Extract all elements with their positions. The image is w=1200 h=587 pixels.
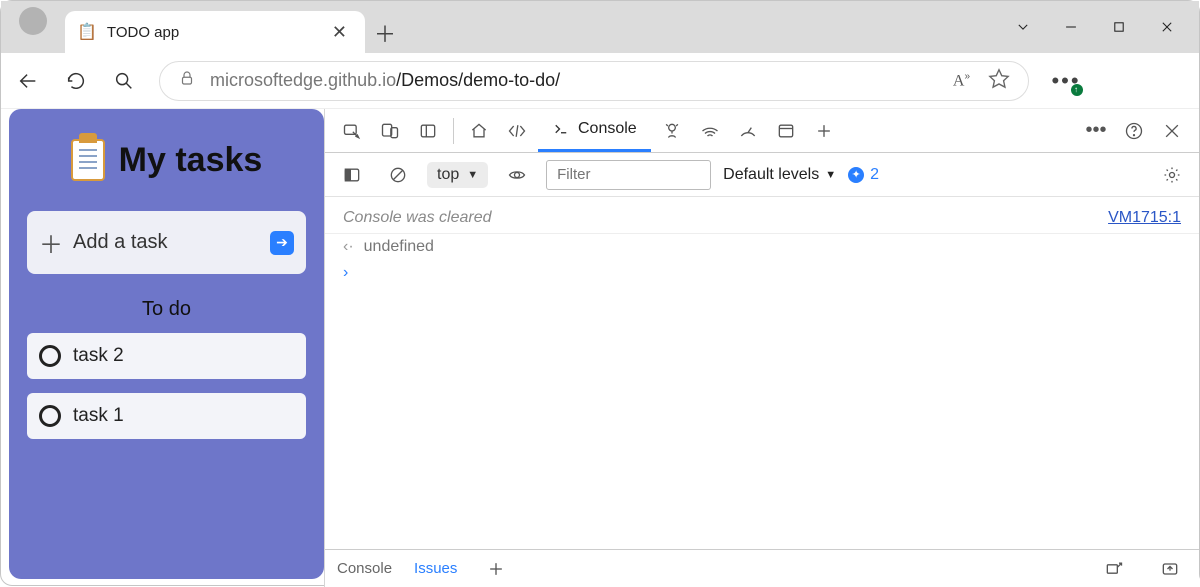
console-return-row: ‹· undefined [337,234,1187,260]
help-icon[interactable] [1117,114,1151,148]
close-devtools-button[interactable] [1155,114,1189,148]
devtools-tabs: Console ••• [325,109,1199,153]
application-tab-icon[interactable] [769,114,803,148]
new-tab-button[interactable]: ＋ [365,13,405,53]
task-name: task 1 [73,405,124,427]
context-selector[interactable]: top ▼ [427,162,488,188]
task-name: task 2 [73,345,124,367]
source-link[interactable]: VM1715:1 [1108,209,1181,227]
task-checkbox[interactable] [39,405,61,427]
drawer-issues-tab[interactable]: Issues [414,560,457,577]
clipboard-icon [71,139,105,181]
profile-avatar[interactable] [19,7,47,35]
console-prompt[interactable]: › [337,260,1187,286]
undefined-value: undefined [364,238,434,256]
todo-heading: To do [27,298,306,321]
drawer-console-tab[interactable]: Console [337,560,392,577]
toggle-sidebar-icon[interactable] [335,158,369,192]
issue-count: 2 [870,166,879,184]
chevron-down-icon[interactable] [999,7,1047,47]
add-task-input[interactable]: ＋ Add a task ➔ [27,211,306,274]
console-output[interactable]: Console was cleared VM1715:1 ‹· undefine… [325,197,1199,549]
url-text: microsoftedge.github.io/Demos/demo-to-do… [210,70,560,91]
console-toolbar: top ▼ Default levels ▼ ✦ 2 [325,153,1199,197]
context-label: top [437,166,459,184]
read-aloud-icon[interactable]: A» [953,71,970,90]
clear-console-icon[interactable] [381,158,415,192]
console-settings-icon[interactable] [1155,158,1189,192]
inspect-icon[interactable] [335,114,369,148]
browser-menu-button[interactable]: ••• [1051,68,1081,94]
devtools-drawer: Console Issues [325,549,1199,587]
todo-app: My tasks ＋ Add a task ➔ To do task 2 tas… [9,109,324,579]
filter-input[interactable] [546,160,711,190]
task-checkbox[interactable] [39,345,61,367]
tab-close-button[interactable]: ✕ [326,20,353,45]
devtools-panel: Console ••• top ▼ Default levels ▼ [324,109,1199,587]
drawer-expand-icon[interactable] [1097,552,1131,586]
log-levels-selector[interactable]: Default levels ▼ [723,166,836,184]
tab-title: TODO app [107,24,316,41]
app-title: My tasks [119,141,263,180]
welcome-tab-icon[interactable] [462,114,496,148]
task-item[interactable]: task 2 [27,333,306,379]
favorite-icon[interactable] [988,67,1010,94]
issue-dot-icon: ✦ [848,167,864,183]
levels-label: Default levels [723,166,819,184]
minimize-button[interactable] [1047,7,1095,47]
submit-task-button[interactable]: ➔ [270,231,294,255]
sources-tab-icon[interactable] [655,114,689,148]
console-tab-label: Console [578,120,637,138]
tab-favicon: 📋 [77,22,97,42]
console-tab[interactable]: Console [538,109,651,152]
network-tab-icon[interactable] [693,114,727,148]
prompt-icon: › [343,264,348,282]
drawer-dock-icon[interactable] [1153,552,1187,586]
panel-toggle-icon[interactable] [411,114,445,148]
more-tabs-button[interactable] [807,114,841,148]
window-controls [999,1,1191,53]
performance-tab-icon[interactable] [731,114,765,148]
more-tools-icon[interactable]: ••• [1079,114,1113,148]
titlebar: 📋 TODO app ✕ ＋ [1,1,1199,53]
console-cleared-message: Console was cleared VM1715:1 [325,203,1199,234]
refresh-button[interactable] [63,68,89,94]
search-button[interactable] [111,68,137,94]
lock-icon [178,69,196,92]
live-expression-icon[interactable] [500,158,534,192]
issues-indicator[interactable]: ✦ 2 [848,166,879,184]
task-item[interactable]: task 1 [27,393,306,439]
browser-tab[interactable]: 📋 TODO app ✕ [65,11,365,53]
return-arrow-icon: ‹· [343,238,354,256]
address-bar: microsoftedge.github.io/Demos/demo-to-do… [1,53,1199,109]
drawer-add-button[interactable] [479,552,513,586]
add-task-label: Add a task [73,231,260,254]
back-button[interactable] [15,68,41,94]
close-window-button[interactable] [1143,7,1191,47]
plus-icon: ＋ [39,225,63,260]
maximize-button[interactable] [1095,7,1143,47]
url-box[interactable]: microsoftedge.github.io/Demos/demo-to-do… [159,61,1029,101]
elements-tab-icon[interactable] [500,114,534,148]
device-icon[interactable] [373,114,407,148]
